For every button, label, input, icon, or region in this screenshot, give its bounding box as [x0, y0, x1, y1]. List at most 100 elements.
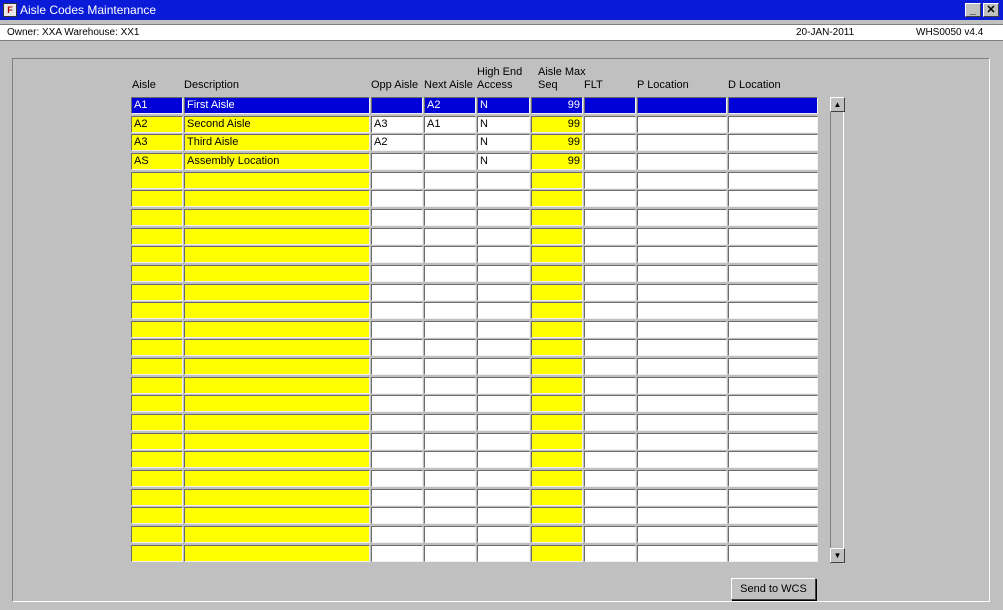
next-aisle-cell[interactable] — [424, 228, 476, 245]
flt-cell[interactable] — [584, 545, 636, 562]
close-button[interactable]: ✕ — [983, 3, 999, 17]
p-location-cell[interactable] — [637, 433, 727, 450]
send-to-wcs-button[interactable]: Send to WCS — [731, 578, 816, 600]
opp-aisle-cell[interactable] — [371, 339, 423, 356]
aisle-max-seq-cell[interactable] — [531, 489, 583, 506]
flt-cell[interactable] — [584, 228, 636, 245]
p-location-cell[interactable] — [637, 358, 727, 375]
aisle-cell[interactable] — [131, 489, 183, 506]
d-location-cell[interactable] — [728, 507, 818, 524]
high-end-access-cell[interactable] — [477, 209, 530, 226]
high-end-access-cell[interactable] — [477, 302, 530, 319]
flt-cell[interactable] — [584, 116, 636, 133]
description-cell[interactable] — [184, 395, 370, 412]
description-cell[interactable] — [184, 433, 370, 450]
description-cell[interactable] — [184, 414, 370, 431]
p-location-cell[interactable] — [637, 116, 727, 133]
d-location-cell[interactable] — [728, 526, 818, 543]
vertical-scrollbar[interactable] — [830, 97, 844, 564]
aisle-max-seq-cell[interactable] — [531, 190, 583, 207]
p-location-cell[interactable] — [637, 395, 727, 412]
flt-cell[interactable] — [584, 321, 636, 338]
opp-aisle-cell[interactable] — [371, 377, 423, 394]
next-aisle-cell[interactable] — [424, 284, 476, 301]
next-aisle-cell[interactable] — [424, 209, 476, 226]
description-cell[interactable]: Assembly Location — [184, 153, 370, 170]
scroll-down-icon[interactable]: ▼ — [830, 548, 845, 563]
p-location-cell[interactable] — [637, 172, 727, 189]
aisle-cell[interactable] — [131, 451, 183, 468]
opp-aisle-cell[interactable] — [371, 284, 423, 301]
high-end-access-cell[interactable]: N — [477, 116, 530, 133]
aisle-cell[interactable] — [131, 507, 183, 524]
high-end-access-cell[interactable] — [477, 395, 530, 412]
aisle-max-seq-cell[interactable]: 99 — [531, 134, 583, 151]
next-aisle-cell[interactable] — [424, 265, 476, 282]
p-location-cell[interactable] — [637, 545, 727, 562]
aisle-max-seq-cell[interactable] — [531, 321, 583, 338]
flt-cell[interactable] — [584, 358, 636, 375]
d-location-cell[interactable] — [728, 395, 818, 412]
high-end-access-cell[interactable] — [477, 172, 530, 189]
opp-aisle-cell[interactable]: A3 — [371, 116, 423, 133]
aisle-max-seq-cell[interactable] — [531, 470, 583, 487]
aisle-max-seq-cell[interactable] — [531, 228, 583, 245]
opp-aisle-cell[interactable] — [371, 153, 423, 170]
aisle-max-seq-cell[interactable] — [531, 172, 583, 189]
flt-cell[interactable] — [584, 395, 636, 412]
d-location-cell[interactable] — [728, 134, 818, 151]
description-cell[interactable] — [184, 489, 370, 506]
description-cell[interactable] — [184, 190, 370, 207]
flt-cell[interactable] — [584, 97, 636, 114]
aisle-cell[interactable] — [131, 302, 183, 319]
p-location-cell[interactable] — [637, 377, 727, 394]
aisle-cell[interactable] — [131, 377, 183, 394]
aisle-cell[interactable] — [131, 190, 183, 207]
description-cell[interactable] — [184, 451, 370, 468]
d-location-cell[interactable] — [728, 209, 818, 226]
high-end-access-cell[interactable] — [477, 526, 530, 543]
aisle-cell[interactable] — [131, 284, 183, 301]
d-location-cell[interactable] — [728, 228, 818, 245]
description-cell[interactable] — [184, 265, 370, 282]
opp-aisle-cell[interactable] — [371, 172, 423, 189]
scroll-up-icon[interactable]: ▲ — [830, 97, 845, 112]
opp-aisle-cell[interactable] — [371, 395, 423, 412]
high-end-access-cell[interactable] — [477, 433, 530, 450]
description-cell[interactable] — [184, 321, 370, 338]
d-location-cell[interactable] — [728, 302, 818, 319]
description-cell[interactable]: Third Aisle — [184, 134, 370, 151]
d-location-cell[interactable] — [728, 97, 818, 114]
aisle-cell[interactable]: A2 — [131, 116, 183, 133]
d-location-cell[interactable] — [728, 116, 818, 133]
d-location-cell[interactable] — [728, 246, 818, 263]
aisle-max-seq-cell[interactable] — [531, 433, 583, 450]
aisle-cell[interactable]: AS — [131, 153, 183, 170]
high-end-access-cell[interactable]: N — [477, 134, 530, 151]
aisle-max-seq-cell[interactable] — [531, 339, 583, 356]
next-aisle-cell[interactable] — [424, 302, 476, 319]
description-cell[interactable] — [184, 358, 370, 375]
aisle-cell[interactable] — [131, 265, 183, 282]
flt-cell[interactable] — [584, 246, 636, 263]
next-aisle-cell[interactable] — [424, 470, 476, 487]
next-aisle-cell[interactable]: A2 — [424, 97, 476, 114]
aisle-max-seq-cell[interactable]: 99 — [531, 116, 583, 133]
opp-aisle-cell[interactable]: A2 — [371, 134, 423, 151]
high-end-access-cell[interactable] — [477, 414, 530, 431]
aisle-max-seq-cell[interactable] — [531, 246, 583, 263]
p-location-cell[interactable] — [637, 302, 727, 319]
flt-cell[interactable] — [584, 190, 636, 207]
high-end-access-cell[interactable] — [477, 246, 530, 263]
high-end-access-cell[interactable]: N — [477, 153, 530, 170]
description-cell[interactable]: Second Aisle — [184, 116, 370, 133]
description-cell[interactable] — [184, 507, 370, 524]
p-location-cell[interactable] — [637, 339, 727, 356]
high-end-access-cell[interactable] — [477, 507, 530, 524]
flt-cell[interactable] — [584, 153, 636, 170]
aisle-max-seq-cell[interactable] — [531, 358, 583, 375]
p-location-cell[interactable] — [637, 526, 727, 543]
opp-aisle-cell[interactable] — [371, 545, 423, 562]
opp-aisle-cell[interactable] — [371, 265, 423, 282]
opp-aisle-cell[interactable] — [371, 433, 423, 450]
